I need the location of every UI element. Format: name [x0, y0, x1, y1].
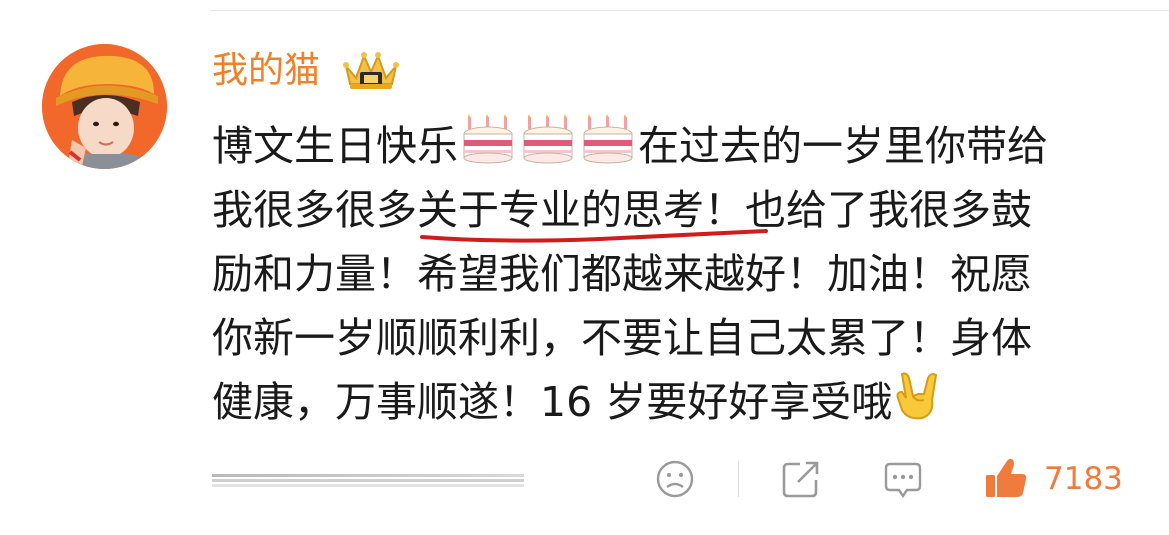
birthday-cake-icon: [580, 114, 636, 184]
comment-text: 博文生日快乐: [212, 122, 458, 170]
action-bar: 7183: [0, 455, 1169, 505]
username[interactable]: 我的猫: [212, 46, 320, 96]
red-underline-mark: [420, 229, 768, 243]
sad-face-icon[interactable]: [654, 458, 696, 500]
blurred-timestamp: [212, 474, 524, 487]
avatar[interactable]: [42, 44, 167, 169]
share-icon[interactable]: [780, 458, 822, 500]
birthday-cake-icon: [460, 114, 516, 184]
rock-on-hand-icon: [894, 370, 944, 440]
separator: [738, 461, 739, 497]
comment-line: 励和力量！希望我们都越来越好！加油！祝愿: [212, 250, 1032, 298]
thumbs-up-icon[interactable]: [982, 455, 1030, 501]
comment-text: 在过去的一岁里你带给: [638, 122, 1048, 170]
like-count: 7183: [1044, 461, 1123, 497]
comment-line: 健康，万事顺遂！16 岁要好好享受哦: [212, 370, 1132, 434]
top-divider: [210, 10, 1169, 11]
comment-text: 健康，万事顺遂！16 岁要好好享受哦: [212, 378, 893, 426]
birthday-cake-icon: [520, 114, 576, 184]
crown-badge-icon[interactable]: [342, 48, 400, 92]
comment-line: 博文生日快乐 在过去的一岁里你带给: [212, 114, 1132, 178]
avatar-photo: [42, 44, 167, 169]
comment-body: 博文生日快乐 在过去的一岁里你带给 我很多很多关于专业的思考！也给了我很多鼓 励和…: [212, 114, 1132, 434]
comment-icon[interactable]: [882, 458, 924, 500]
comment-line: 你新一岁顺顺利利，不要让自己太累了！身体: [212, 314, 1032, 362]
